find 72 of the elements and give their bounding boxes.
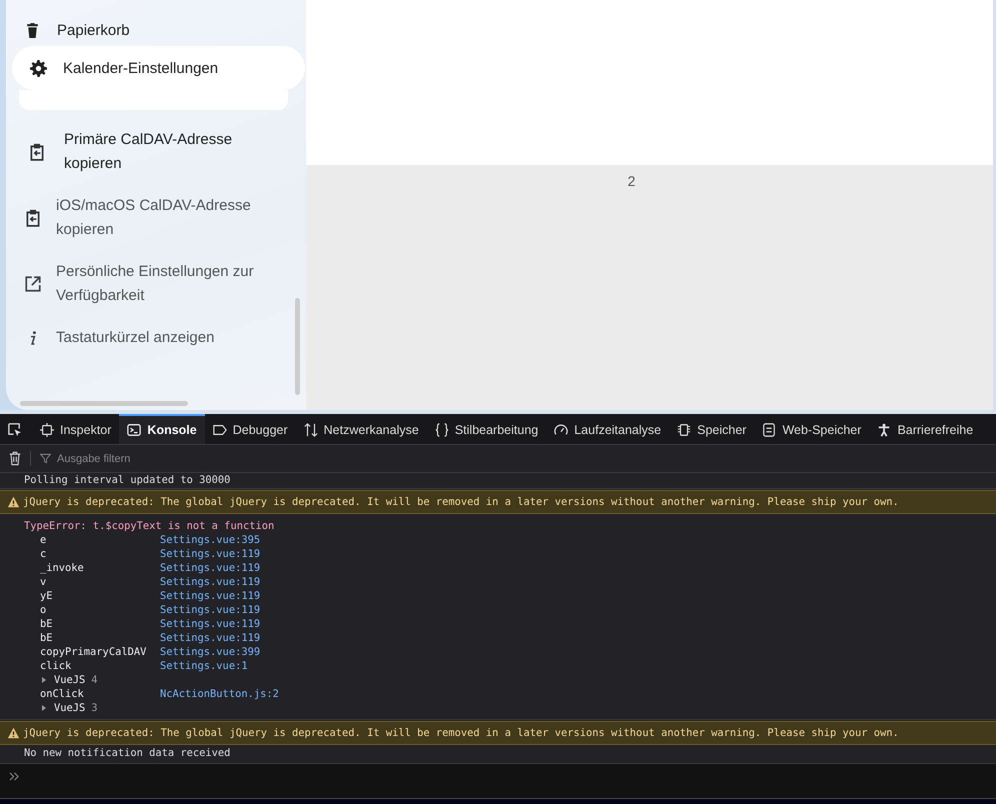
source-link[interactable]: Settings.vue:119 [160, 590, 260, 602]
sidebar-item[interactable]: Papierkorb [6, 14, 306, 46]
clear-console-icon[interactable] [8, 451, 31, 466]
function-name: yE [40, 590, 54, 602]
frame-count: 4 [91, 674, 98, 686]
source-link[interactable]: Settings.vue:395 [160, 534, 260, 546]
info-icon [30, 331, 36, 345]
debugger-icon [212, 423, 227, 437]
devtools-tab[interactable]: Stilbearbeitung [426, 414, 546, 444]
source-link[interactable]: Settings.vue:119 [160, 548, 260, 560]
warning-message: jQuery is deprecated: The global jQuery is deprecated. It will be removed in a later versions without another warning. Please ship your own. [23, 496, 899, 508]
element-picker-icon[interactable] [7, 422, 22, 436]
filter-icon [40, 453, 51, 464]
source-link[interactable]: Settings.vue:119 [160, 576, 260, 588]
storage-icon [762, 423, 776, 437]
console-icon [127, 423, 142, 437]
console-input[interactable] [0, 763, 996, 799]
console-message: No new notification data received [23, 746, 232, 761]
prompt-icon [9, 772, 20, 781]
sidebar-item[interactable]: Kalender-Einstellungen [12, 46, 305, 90]
braces-icon [434, 423, 449, 437]
gauge-icon [554, 423, 568, 437]
frame-group[interactable]: VueJS [54, 702, 86, 714]
action-button[interactable]: Tastaturkürzel anzeigen [6, 326, 306, 350]
action-button[interactable]: Persönliche Einstellungen zur Verfügbarkeit [6, 260, 306, 308]
trash-icon [24, 22, 41, 38]
memory-chip-icon [677, 423, 692, 437]
inspector-icon [40, 423, 54, 437]
expand-icon[interactable] [40, 676, 48, 684]
warning-icon [7, 727, 20, 739]
action-button[interactable]: Primäre CalDAV-Adresse kopieren [6, 128, 306, 176]
function-name: bE [40, 618, 54, 630]
devtools-tab[interactable]: Laufzeitanalyse [546, 414, 670, 444]
frame-group[interactable]: VueJS [54, 674, 86, 686]
devtools-tab[interactable]: Web-Speicher [754, 414, 870, 444]
devtools-tab[interactable]: Netzwerkanalyse [296, 414, 427, 444]
function-name: click [40, 660, 72, 672]
source-link[interactable]: Settings.vue:119 [160, 562, 260, 574]
devtools-tab[interactable]: Konsole [119, 414, 205, 444]
source-link[interactable]: Settings.vue:119 [160, 604, 260, 616]
devtools-tab[interactable]: Inspektor [32, 414, 120, 444]
frame-count: 3 [91, 702, 98, 714]
function-name: o [40, 604, 48, 616]
devtools-tab[interactable]: Debugger [204, 414, 296, 444]
function-name: onClick [40, 688, 85, 700]
action-button[interactable]: iOS/macOS CalDAV-Adresse kopieren [6, 194, 306, 242]
settings-icon [30, 60, 47, 76]
function-name: bE [40, 632, 54, 644]
devtools-tab[interactable]: Speicher [669, 414, 754, 444]
function-name: v [40, 576, 48, 588]
function-name: e [40, 534, 48, 546]
accessibility-icon [877, 423, 892, 437]
page-number: 2 [628, 173, 636, 189]
clipboard-icon [28, 143, 46, 161]
function-name: _invoke [40, 562, 85, 574]
devtools-tab[interactable]: Barrierefreihe [869, 414, 982, 444]
source-link[interactable]: Settings.vue:399 [160, 646, 260, 658]
error-message: TypeError: t.$copyText is not a function [24, 519, 276, 533]
clipboard-icon [24, 209, 42, 227]
network-icon [304, 423, 318, 437]
function-name: c [40, 548, 48, 560]
warning-message: jQuery is deprecated: The global jQuery is deprecated. It will be removed in a later versions without another warning. Please ship your own. [23, 727, 899, 739]
source-link[interactable]: Settings.vue:1 [160, 660, 248, 672]
source-link[interactable]: Settings.vue:119 [160, 632, 260, 644]
source-link[interactable]: Settings.vue:119 [160, 618, 260, 630]
expand-icon[interactable] [40, 704, 48, 712]
filter-field[interactable]: Ausgabe filtern [55, 452, 259, 466]
function-name: copyPrimaryCalDAV [40, 646, 148, 658]
external-link-icon [24, 275, 42, 293]
source-link[interactable]: NcActionButton.js:2 [160, 688, 279, 700]
console-message: Polling interval updated to 30000 [0, 473, 996, 489]
warning-icon [7, 496, 20, 508]
